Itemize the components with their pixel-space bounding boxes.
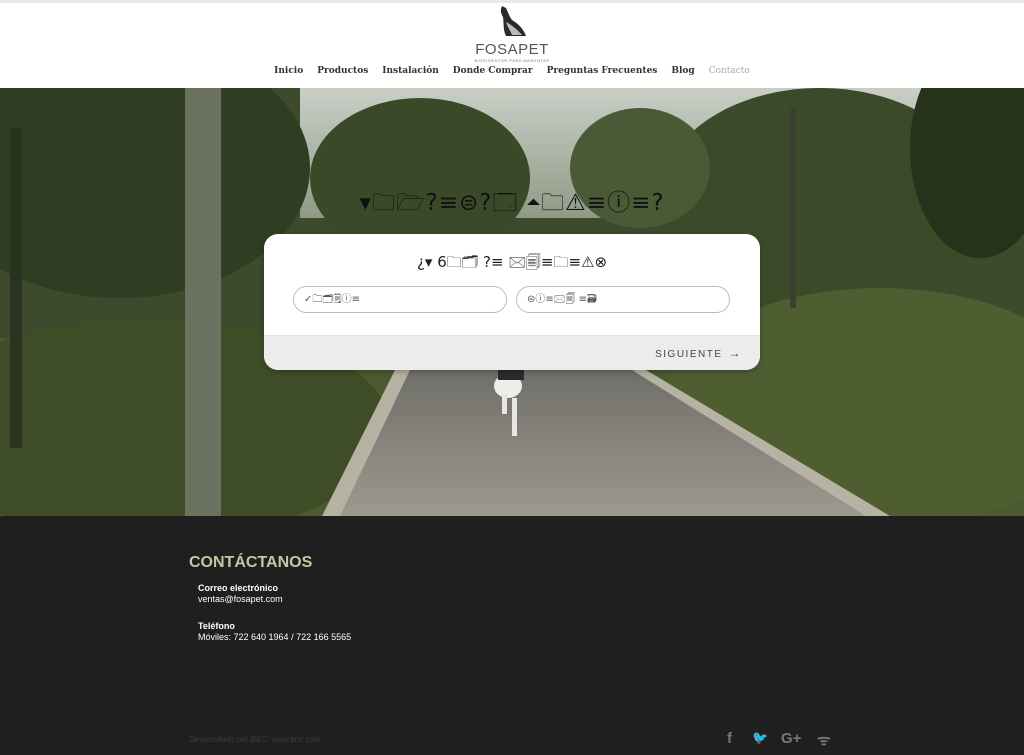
facebook-icon[interactable]: f [727,730,732,750]
logo-text: FOSAPET [475,41,549,58]
form-question: ¿▾ 6🗀🗂 ?≡ 🖂🗐≡🗀≡⚠⊗ [416,253,608,271]
form-card: ¿▾ 6🗀🗂 ?≡ 🖂🗐≡🗀≡⚠⊗ ✓🗀🗂🗒ⓘ≡ ⊜ⓘ≡🖂🗐 ≡🗃 SIGUIE… [264,234,760,370]
rss-icon[interactable]: ᯤ [817,730,831,750]
nav-item-blog[interactable]: Blog [671,66,694,76]
form-footer: SIGUIENTE → [264,335,760,370]
nav-item-inicio[interactable]: Inicio [274,66,303,76]
header-top-line [0,0,1024,3]
next-button-label: SIGUIENTE [655,349,723,360]
nav-item-preguntas-frecuentes[interactable]: Preguntas Frecuentes [547,66,658,76]
google-plus-icon[interactable]: G+ [781,730,801,750]
form-input-left[interactable]: ✓🗀🗂🗒ⓘ≡ [293,286,507,313]
dog-logo-icon [500,6,526,36]
hero-section: ▾🗀🗁?≡⊜?🗔 ⏶🗀⚠≡ⓘ≡? ¿▾ 6🗀🗂 ?≡ 🖂🗐≡🗀≡⚠⊗ ✓🗀🗂🗒ⓘ… [0,88,1024,516]
nav-item-productos[interactable]: Productos [317,66,368,76]
logo-tagline: BIODIGESTOR PARA MASCOTAS [474,58,550,63]
form-input-right[interactable]: ⊜ⓘ≡🖂🗐 ≡🗃 [516,286,730,313]
next-button[interactable]: SIGUIENTE → [655,346,742,360]
footer-credit[interactable]: Desarrollado por B&C: www.bnc.com [189,735,321,744]
main-nav: Inicio Productos Instalación Donde Compr… [0,66,1024,76]
nav-item-instalacion[interactable]: Instalación [382,66,439,76]
nav-item-donde-comprar[interactable]: Donde Comprar [453,66,533,76]
nav-item-contacto[interactable]: Contacto [709,66,750,76]
phone-value: Móviles: 722 640 1964 / 722 166 5565 [198,632,352,642]
twitter-icon[interactable]: 🐦 [752,730,768,750]
site-header: FOSAPET BIODIGESTOR PARA MASCOTAS Inicio… [0,0,1024,88]
email-value[interactable]: ventas@fosapet.com [198,594,283,604]
site-footer: CONTÁCTANOS Correo electrónico ventas@fo… [0,516,1024,755]
site-logo[interactable]: FOSAPET BIODIGESTOR PARA MASCOTAS [472,4,552,64]
email-label: Correo electrónico [198,583,279,593]
arrow-right-icon: → [728,346,742,360]
contact-title: CONTÁCTANOS [189,554,313,571]
hero-title: ▾🗀🗁?≡⊜?🗔 ⏶🗀⚠≡ⓘ≡? [359,190,665,216]
phone-label: Teléfono [198,621,235,631]
